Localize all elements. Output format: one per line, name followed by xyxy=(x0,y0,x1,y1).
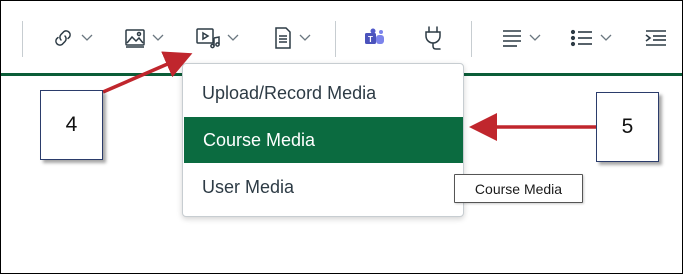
list-icon xyxy=(570,28,594,48)
tooltip-text: Course Media xyxy=(474,180,563,197)
toolbar-divider xyxy=(22,21,23,57)
media-icon xyxy=(195,26,221,50)
image-button[interactable] xyxy=(124,21,164,55)
chevron-down-icon xyxy=(299,34,311,42)
indent-button[interactable] xyxy=(644,21,668,55)
apps-button[interactable] xyxy=(422,21,444,55)
document-button[interactable] xyxy=(273,21,311,55)
link-button[interactable] xyxy=(51,21,93,55)
tooltip: Course Media xyxy=(454,174,583,203)
chevron-down-icon xyxy=(600,34,612,42)
svg-text:T: T xyxy=(368,35,373,44)
callout-5: 5 xyxy=(596,92,659,162)
chevron-down-icon xyxy=(529,34,541,42)
callout-label: 4 xyxy=(65,113,78,136)
media-dropdown-menu: Upload/Record Media Course Media User Me… xyxy=(182,63,464,217)
chevron-down-icon xyxy=(227,34,239,42)
indent-icon xyxy=(644,28,668,48)
callout-4: 4 xyxy=(40,90,103,160)
document-icon xyxy=(273,26,293,50)
plug-icon xyxy=(422,25,444,51)
callout-label: 5 xyxy=(621,115,634,138)
align-icon xyxy=(501,28,523,48)
image-icon xyxy=(124,27,146,49)
toolbar-divider xyxy=(471,21,472,57)
menu-item-user-media[interactable]: User Media xyxy=(183,164,463,210)
teams-button[interactable]: T xyxy=(363,21,387,55)
menu-item-label: User Media xyxy=(202,176,295,197)
menu-item-course-media[interactable]: Course Media xyxy=(184,117,463,163)
chevron-down-icon xyxy=(81,34,93,42)
list-button[interactable] xyxy=(570,21,612,55)
toolbar-divider xyxy=(335,21,336,57)
align-button[interactable] xyxy=(501,21,541,55)
teams-icon: T xyxy=(363,27,387,49)
menu-item-label: Upload/Record Media xyxy=(202,82,377,103)
link-icon xyxy=(51,26,75,50)
menu-item-label: Course Media xyxy=(203,129,316,150)
media-button[interactable] xyxy=(195,21,239,55)
chevron-down-icon xyxy=(152,34,164,42)
menu-item-upload-record-media[interactable]: Upload/Record Media xyxy=(183,70,463,116)
